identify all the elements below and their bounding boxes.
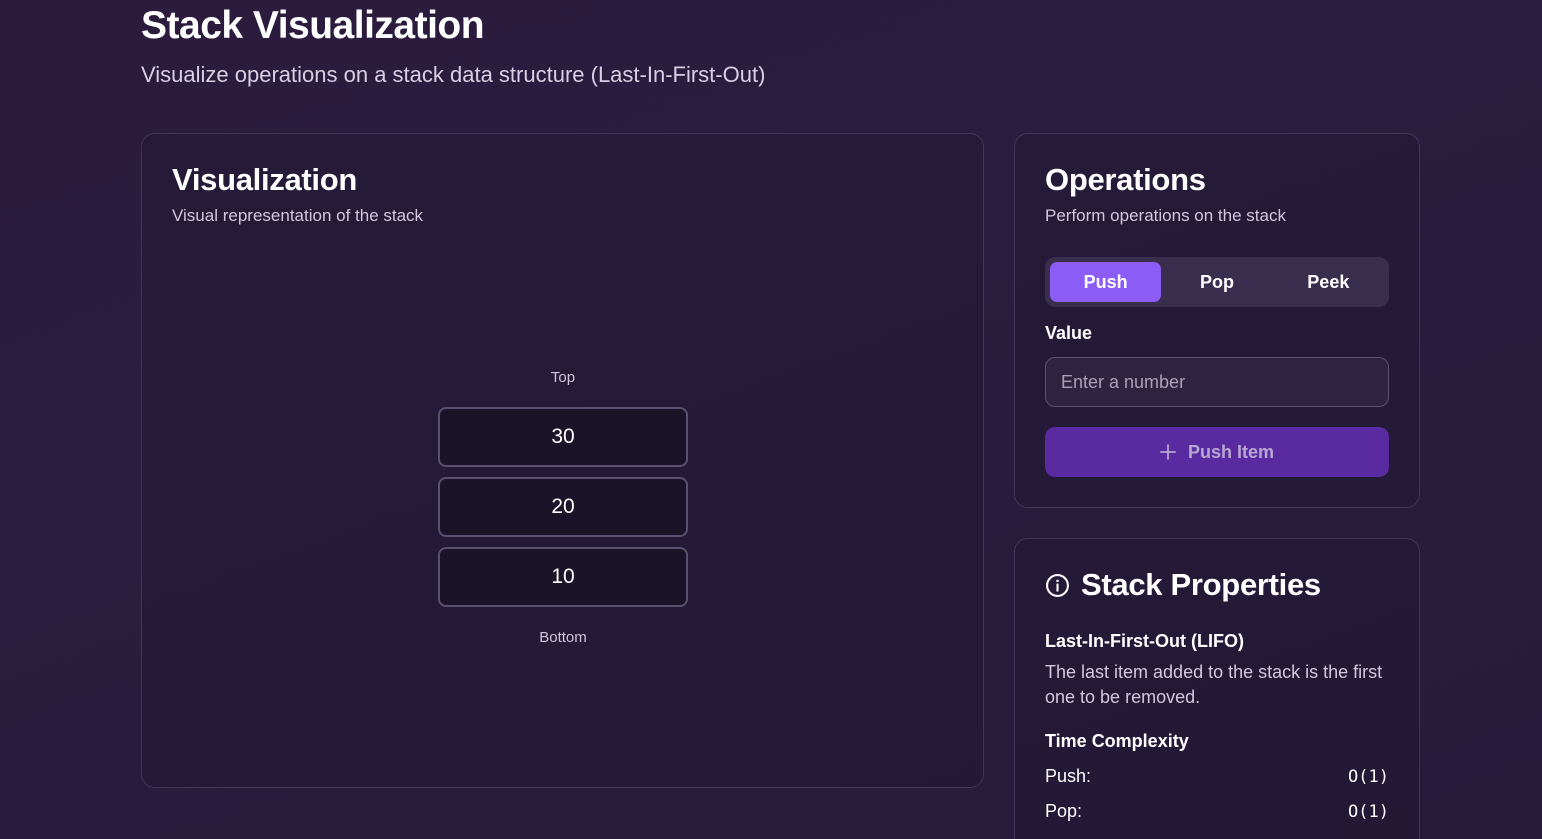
tab-peek[interactable]: Peek	[1273, 262, 1384, 302]
value-input[interactable]	[1045, 357, 1389, 407]
value-label: Value	[1045, 323, 1093, 343]
stack-properties-card: Stack Properties Last-In-First-Out (LIFO…	[1014, 538, 1420, 839]
info-icon	[1046, 573, 1069, 597]
time-complexity-row: Pop: O(1)	[1045, 801, 1389, 822]
properties-title-row: Stack Properties	[1045, 567, 1321, 603]
complexity-value: O(1)	[1348, 766, 1389, 787]
operation-tabs: Push Pop Peek	[1045, 257, 1389, 307]
operations-card: Operations Perform operations on the sta…	[1014, 133, 1420, 508]
operations-title: Operations	[1045, 162, 1206, 197]
visualization-title: Visualization	[172, 162, 358, 197]
visualization-description: Visual representation of the stack	[172, 206, 424, 225]
page-subtitle: Visualize operations on a stack data str…	[141, 62, 766, 87]
operations-description: Perform operations on the stack	[1045, 206, 1286, 225]
push-item-button[interactable]: Push Item	[1045, 427, 1389, 477]
time-complexity-heading: Time Complexity	[1045, 731, 1189, 751]
properties-title: Stack Properties	[1081, 567, 1321, 602]
complexity-value: O(1)	[1348, 801, 1389, 822]
lifo-heading: Last-In-First-Out (LIFO)	[1045, 631, 1244, 651]
tab-pop[interactable]: Pop	[1161, 262, 1272, 302]
push-item-label: Push Item	[1187, 441, 1275, 462]
visualization-card: Visualization Visual representation of t…	[141, 133, 984, 788]
time-complexity-row: Push: O(1)	[1045, 766, 1389, 787]
complexity-op: Push:	[1045, 766, 1092, 786]
lifo-description: The last item added to the stack is the …	[1045, 662, 1383, 707]
complexity-op: Pop:	[1045, 801, 1083, 821]
stack-item: 30	[438, 407, 688, 467]
stack-top-label: Top	[550, 369, 576, 386]
stack-item: 10	[438, 547, 688, 607]
tab-push[interactable]: Push	[1050, 262, 1162, 302]
stack-bottom-label: Bottom	[539, 629, 587, 646]
plus-icon	[1160, 444, 1176, 460]
stack-item: 20	[438, 477, 688, 537]
page-title: Stack Visualization	[141, 4, 485, 47]
